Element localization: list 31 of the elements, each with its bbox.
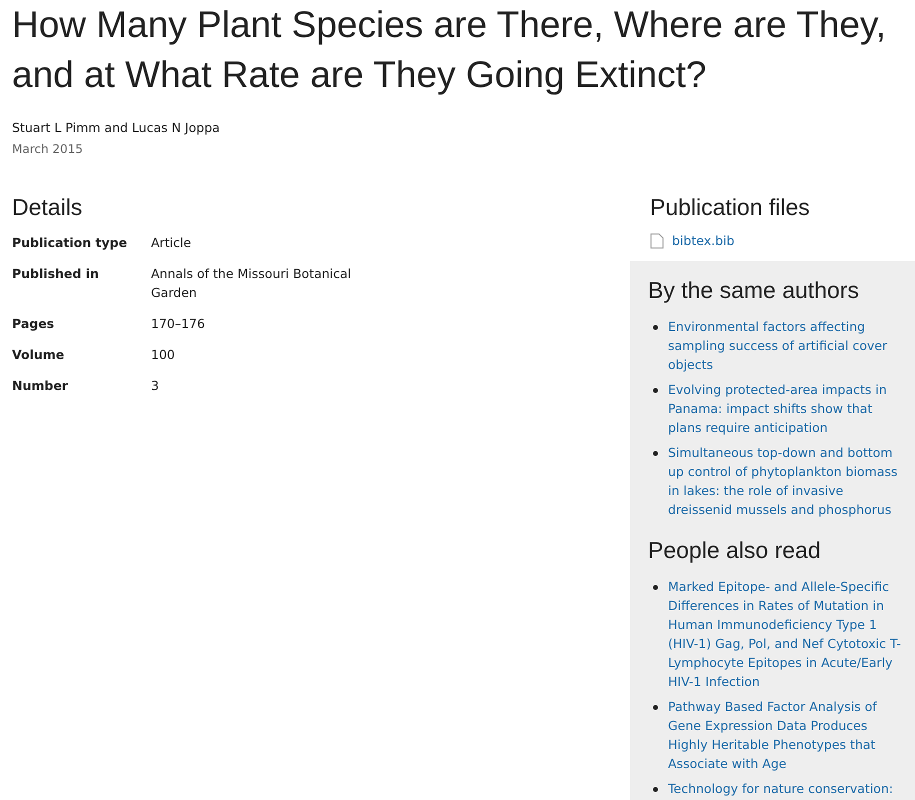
detail-value: Annals of the Missouri Botanical Garden xyxy=(151,264,352,302)
section-heading: Publication files xyxy=(650,192,811,222)
detail-label: Volume xyxy=(12,346,66,364)
bullet-icon xyxy=(653,584,658,590)
detail-value: 100 xyxy=(151,346,176,364)
detail-value: 3 xyxy=(151,376,160,395)
article-link[interactable]: Pathway Based Factor Analysis of Gene Expression Data Produces Highly Heritable Phenotypes that Associate with Age xyxy=(668,696,909,772)
article-link[interactable]: Technology for nature conservation: xyxy=(668,778,894,798)
file-icon xyxy=(650,233,664,250)
detail-label: Number xyxy=(12,376,69,395)
bullet-icon xyxy=(653,786,658,792)
bullet-icon xyxy=(653,388,658,392)
section-heading: By the same authors xyxy=(648,276,860,304)
section-heading: Details xyxy=(12,192,84,222)
article-link[interactable]: Evolving protected-area impacts in Panama: impact shifts show that plans require anticipation xyxy=(668,380,909,436)
section-heading: People also read xyxy=(648,536,822,564)
detail-value: 170–176 xyxy=(151,314,206,333)
file-link[interactable]: bibtex.bib xyxy=(672,232,734,250)
article-link[interactable]: Environmental factors affecting sampling success of artificial cover objects xyxy=(668,316,909,374)
page-title: How Many Plant Species are There, Where are They, and at What Rate are They Going Extinct? xyxy=(11,3,888,97)
bullet-icon xyxy=(653,450,658,456)
detail-label: Publication type xyxy=(12,234,128,252)
article-link[interactable]: Marked Epitope- and Allele-Specific Differences in Rates of Mutation in Human Immunodeficiency Type 1 (HIV-1) Gag, Pol, and Nef Cytotoxic T-Lymphocyte Epitopes in Acute/Early HIV-1 Infection xyxy=(668,576,909,690)
bullet-icon xyxy=(653,704,658,710)
date: March 2015 xyxy=(11,140,84,158)
detail-label: Published in xyxy=(12,264,100,283)
article-link[interactable]: Simultaneous top-down and bottom up control of phytoplankton biomass in lakes: the role of invasive dreissenid mussels and phosphorus xyxy=(668,442,909,518)
detail-value: Article xyxy=(151,234,192,252)
authors: Stuart L Pimm and Lucas N Joppa xyxy=(11,119,221,137)
detail-label: Pages xyxy=(12,314,56,333)
bullet-icon xyxy=(653,324,658,330)
